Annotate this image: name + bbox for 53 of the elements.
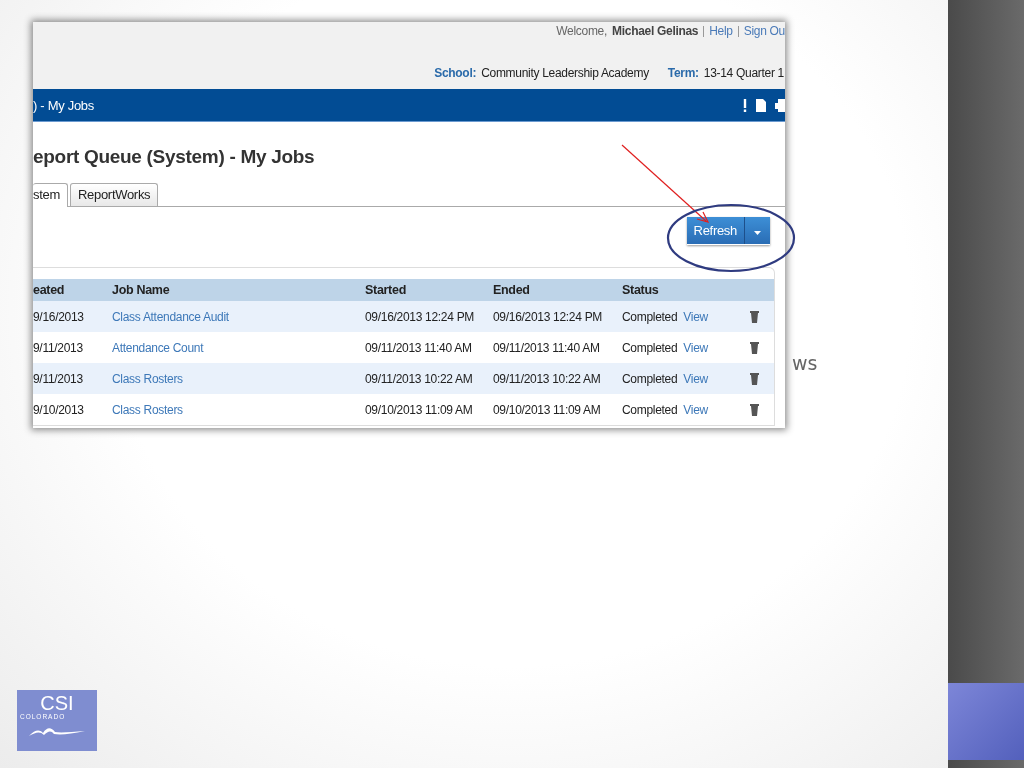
document-icon[interactable] — [756, 98, 766, 112]
trash-icon[interactable] — [750, 341, 759, 354]
column-header: eated — [33, 283, 66, 297]
context-label: School: — [434, 66, 477, 80]
column-header: Job Name — [112, 283, 171, 297]
view-link[interactable]: View — [683, 371, 708, 386]
table-cell-text: 09/10/2013 11:09 AM — [365, 402, 474, 417]
caret-icon — [754, 231, 761, 235]
table-cell-text: 09/16/2013 12:24 PM — [493, 309, 604, 324]
status-text: Completed — [622, 371, 678, 386]
column-header: Ended — [493, 283, 531, 297]
table-cell-text: 09/11/2013 10:22 AM — [365, 371, 474, 386]
welcome-label: Welcome, — [556, 24, 608, 38]
bar-title: ) - My Jobs — [33, 97, 94, 113]
column-header: Started — [365, 283, 407, 297]
job-link[interactable]: Class Rosters — [112, 402, 183, 417]
header-link[interactable]: Sign Ou — [743, 24, 785, 38]
status-text: Completed — [622, 309, 678, 324]
context-value: Community Leadership Academy — [481, 66, 649, 80]
status-text: Completed — [622, 340, 678, 355]
print-icon[interactable] — [775, 98, 785, 112]
table-cell-text: 9/11/2013 — [33, 340, 84, 355]
refresh-button[interactable]: Refresh — [686, 217, 745, 244]
table-cell-text: 9/16/2013 — [33, 309, 85, 324]
trash-icon[interactable] — [750, 403, 759, 416]
dropdown-button[interactable] — [745, 217, 770, 244]
table-cell-text: 9/10/2013 — [33, 402, 85, 417]
table-cell-text: 09/11/2013 10:22 AM — [493, 371, 602, 386]
table-cell-text: 09/11/2013 11:40 AM — [365, 340, 473, 355]
context-label: Term: — [667, 66, 699, 80]
job-link[interactable]: Class Attendance Audit — [112, 309, 229, 324]
header-link[interactable]: Help — [709, 24, 733, 38]
logo-title: CSI — [40, 693, 74, 713]
page-title: eport Queue (System) - My Jobs — [33, 146, 316, 169]
alert-icon[interactable] — [743, 98, 747, 112]
view-link[interactable]: View — [683, 402, 708, 417]
column-header: Status — [622, 283, 660, 297]
view-link[interactable]: View — [683, 309, 708, 324]
table-cell-text: 09/10/2013 11:09 AM — [493, 402, 602, 417]
table-cell-text: 09/11/2013 11:40 AM — [493, 340, 601, 355]
job-link[interactable]: Class Rosters — [112, 371, 183, 386]
trash-icon[interactable] — [750, 310, 759, 323]
slide-text: ws — [792, 352, 818, 374]
status-text: Completed — [622, 402, 678, 417]
table-cell-text: 9/11/2013 — [33, 371, 84, 386]
job-link[interactable]: Attendance Count — [112, 340, 204, 355]
user-name: Michael Gelinas — [612, 24, 699, 38]
context-value: 13-14 Quarter 1 — [703, 66, 784, 80]
trash-icon[interactable] — [750, 372, 759, 385]
table-cell-text: 09/16/2013 12:24 PM — [365, 309, 476, 324]
tab[interactable]: stem — [33, 183, 68, 207]
view-link[interactable]: View — [683, 340, 708, 355]
tab[interactable]: ReportWorks — [70, 183, 159, 206]
